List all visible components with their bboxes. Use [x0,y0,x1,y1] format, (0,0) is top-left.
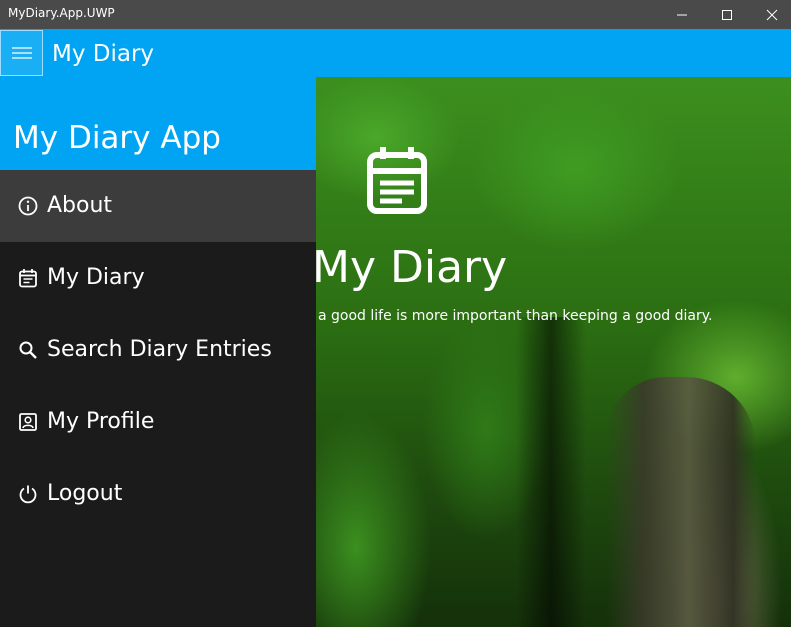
navigation-pane: My Diary App About My Diary Search Diary… [0,77,316,627]
hero-quote: a good life is more important than keepi… [318,308,713,324]
nav-item-about[interactable]: About [0,170,316,242]
nav-header: My Diary App [0,77,316,170]
profile-icon [19,413,37,431]
title-bar: MyDiary.App.UWP [0,0,791,29]
maximize-button[interactable] [704,0,750,29]
header-bar: My Diary [0,29,791,77]
maximize-icon [722,9,732,20]
nav-app-title: My Diary App [13,120,221,156]
app-window: MyDiary.App.UWP My Diary My Diary a good… [0,0,791,627]
tree-trunk [606,377,756,627]
page-title: My Diary [52,41,155,67]
power-icon [19,485,37,504]
minimize-button[interactable] [659,0,705,29]
forest-shadow [516,317,586,627]
minimize-icon [677,14,687,15]
nav-item-label: Logout [47,481,123,506]
info-icon [18,196,38,216]
nav-item-label: About [47,193,113,218]
nav-item-search[interactable]: Search Diary Entries [0,314,316,386]
close-button[interactable] [749,0,791,29]
nav-item-label: Search Diary Entries [47,337,272,362]
nav-item-my-diary[interactable]: My Diary [0,242,316,314]
main-content: My Diary a good life is more important t… [316,77,791,627]
nav-item-label: My Profile [47,409,155,434]
calendar-icon [19,269,37,288]
search-icon [19,341,37,359]
hero-title: My Diary [316,242,508,293]
hamburger-icon [11,47,32,59]
window-title: MyDiary.App.UWP [8,6,115,20]
nav-item-label: My Diary [47,265,145,290]
nav-item-logout[interactable]: Logout [0,458,316,530]
nav-item-my-profile[interactable]: My Profile [0,386,316,458]
diary-note-icon [367,147,427,214]
close-icon [766,9,778,20]
hamburger-button[interactable] [0,30,43,76]
